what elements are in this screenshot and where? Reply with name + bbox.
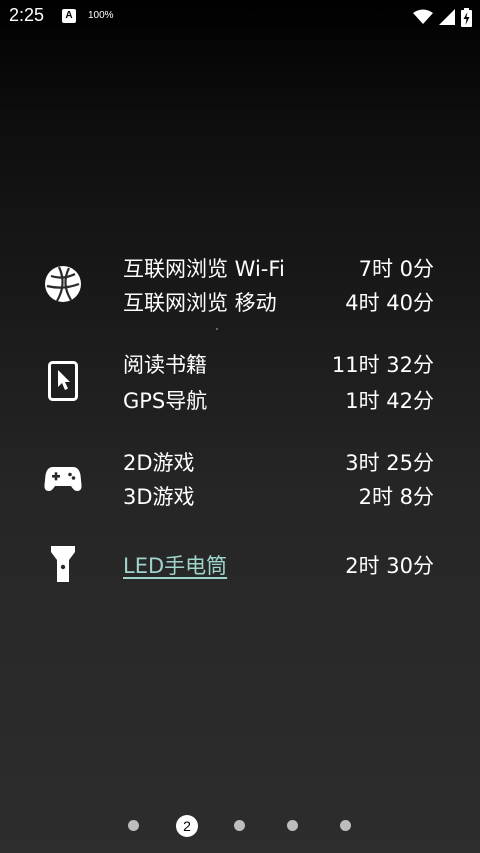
battery-charging-icon bbox=[461, 7, 472, 27]
gamepad-icon bbox=[40, 456, 86, 502]
value-reading: 11时 32分 bbox=[331, 353, 434, 377]
label-gps: GPS导航 bbox=[123, 389, 208, 413]
value-browsing-mobile: 4时 40分 bbox=[345, 291, 434, 315]
battery-percent: 100% bbox=[88, 10, 114, 21]
value-browsing-wifi: 7时 0分 bbox=[358, 257, 434, 281]
status-bar: 2:25 A 100% bbox=[0, 0, 480, 34]
wifi-icon bbox=[413, 9, 433, 24]
page-dot-active[interactable]: 2 bbox=[176, 815, 198, 837]
page-dot-5[interactable] bbox=[340, 820, 351, 831]
notification-a-icon: A bbox=[62, 9, 76, 23]
value-3d-games: 2时 8分 bbox=[358, 485, 434, 509]
page-dot-1[interactable] bbox=[128, 820, 139, 831]
label-browsing-mobile: 互联网浏览 移动 bbox=[123, 291, 277, 315]
led-flashlight-link[interactable]: LED手电筒 bbox=[123, 553, 227, 579]
status-time: 2:25 bbox=[9, 5, 45, 25]
label-2d-games: 2D游戏 bbox=[123, 451, 195, 475]
value-2d-games: 3时 25分 bbox=[345, 451, 434, 475]
page-dot-4[interactable] bbox=[287, 820, 298, 831]
tablet-touch-icon bbox=[40, 358, 86, 404]
value-led-flashlight: 2时 30分 bbox=[345, 554, 434, 578]
speck bbox=[216, 328, 218, 330]
value-gps: 1时 42分 bbox=[345, 389, 434, 413]
globe-icon bbox=[40, 261, 86, 307]
page-dot-3[interactable] bbox=[234, 820, 245, 831]
flashlight-icon bbox=[40, 541, 86, 587]
signal-icon bbox=[439, 9, 455, 25]
label-reading: 阅读书籍 bbox=[123, 353, 207, 377]
status-icons bbox=[413, 6, 472, 28]
label-3d-games: 3D游戏 bbox=[123, 485, 195, 509]
label-browsing-wifi: 互联网浏览 Wi-Fi bbox=[123, 257, 285, 281]
